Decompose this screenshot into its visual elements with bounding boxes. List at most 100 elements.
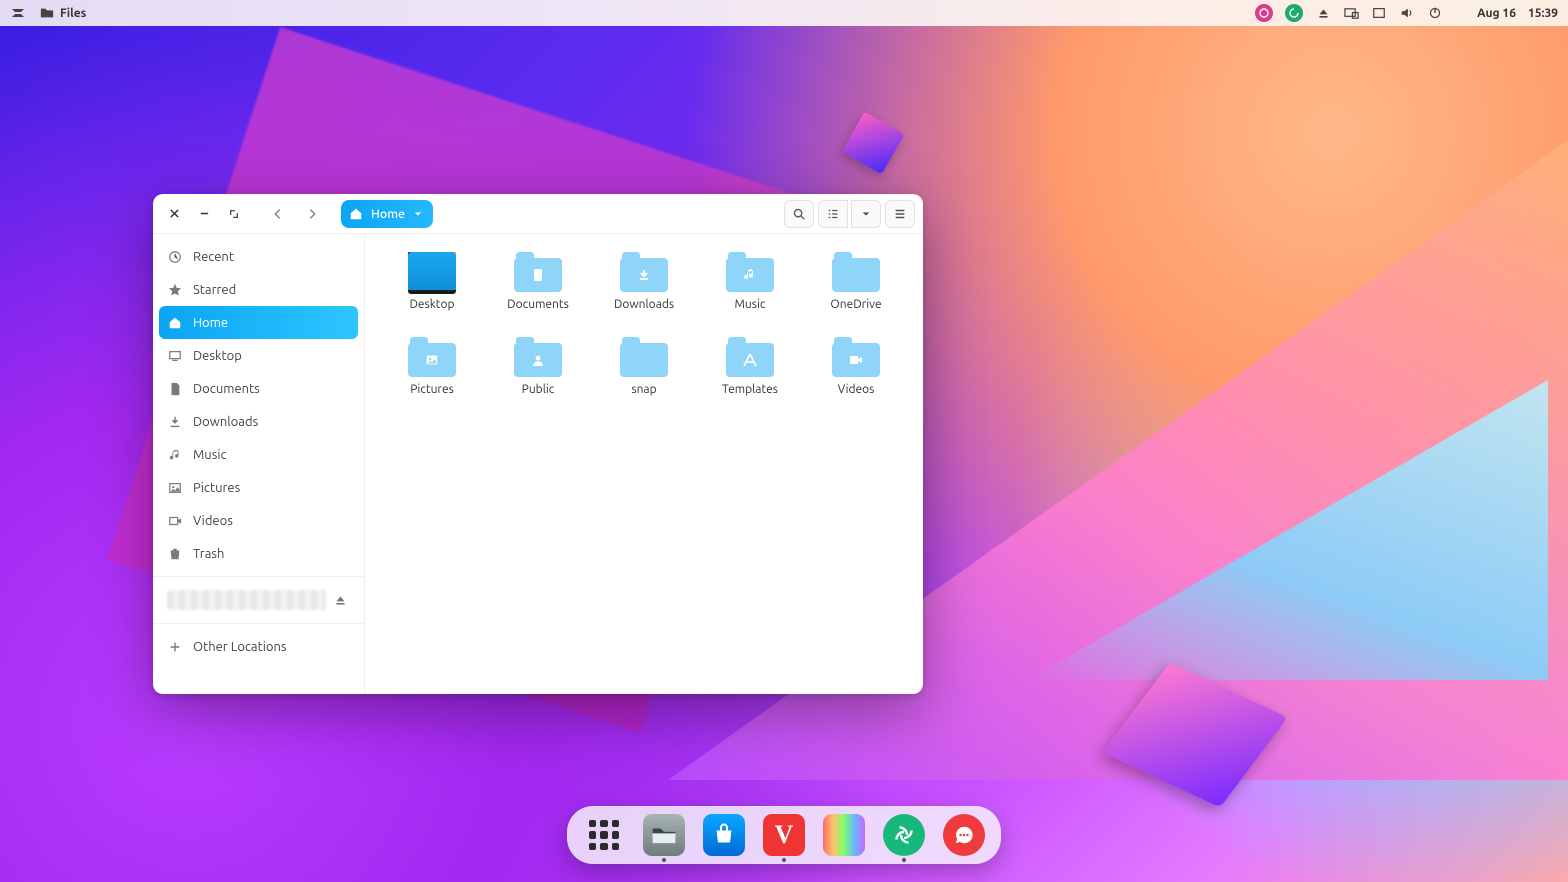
view-options-button[interactable] <box>851 200 881 228</box>
files-window: Home Recent Starred <box>153 194 923 694</box>
sidebar-divider <box>153 623 364 624</box>
display-icon[interactable] <box>1343 5 1359 21</box>
download-icon <box>167 414 183 430</box>
dock-vivaldi[interactable]: V <box>763 814 805 856</box>
maximize-button[interactable] <box>221 201 247 227</box>
home-icon <box>167 315 183 331</box>
folder-label: Desktop <box>409 298 454 311</box>
folder-label: OneDrive <box>830 298 881 311</box>
sidebar-item-label: Music <box>193 448 227 462</box>
folder-icon <box>620 252 668 292</box>
eject-icon[interactable] <box>334 594 350 607</box>
sidebar-item-trash[interactable]: Trash <box>153 537 364 570</box>
folder-item[interactable]: Documents <box>491 248 585 315</box>
folder-label: Templates <box>722 383 778 396</box>
window-titlebar: Home <box>153 194 923 234</box>
view-list-button[interactable] <box>818 200 848 228</box>
dock: V <box>567 806 1001 864</box>
folder-icon <box>726 252 774 292</box>
folder-view[interactable]: Desktop Documents Downloads Music OneDri… <box>365 234 923 694</box>
power-icon[interactable] <box>1427 5 1443 21</box>
folder-item[interactable]: Downloads <box>597 248 691 315</box>
search-button[interactable] <box>784 200 814 228</box>
sidebar-item-label: Desktop <box>193 349 242 363</box>
dock-chat[interactable] <box>943 814 985 856</box>
sidebar-item-home[interactable]: Home <box>159 306 358 339</box>
clock-icon <box>167 249 183 265</box>
folder-item[interactable]: Public <box>491 333 585 400</box>
star-icon <box>167 282 183 298</box>
eject-icon[interactable] <box>1315 5 1331 21</box>
panel-time[interactable]: 15:39 <box>1528 7 1558 20</box>
sidebar-item-label: Documents <box>193 382 260 396</box>
sidebar-item-other-locations[interactable]: Other Locations <box>153 630 364 663</box>
path-bar[interactable]: Home <box>341 200 433 228</box>
desktop-icon <box>167 348 183 364</box>
close-button[interactable] <box>161 201 187 227</box>
folder-label: Music <box>735 298 766 311</box>
nav-back-button[interactable] <box>263 199 293 229</box>
folder-label: snap <box>631 383 656 396</box>
folder-item[interactable]: Videos <box>809 333 903 400</box>
plus-icon <box>167 639 183 655</box>
sidebar-item-documents[interactable]: Documents <box>153 372 364 405</box>
active-app-label: Files <box>60 7 86 20</box>
tray-app-icon[interactable] <box>1285 4 1303 22</box>
folder-icon <box>514 337 562 377</box>
folder-item[interactable]: Templates <box>703 333 797 400</box>
sidebar: Recent Starred Home Desktop Documents <box>153 234 365 694</box>
sidebar-item-music[interactable]: Music <box>153 438 364 471</box>
folder-label: Downloads <box>614 298 674 311</box>
top-panel: Files Aug <box>0 0 1568 26</box>
zorin-menu-icon[interactable] <box>10 5 26 21</box>
sidebar-item-desktop[interactable]: Desktop <box>153 339 364 372</box>
dock-app-grid[interactable] <box>583 814 625 856</box>
nav-forward-button[interactable] <box>297 199 327 229</box>
dock-files[interactable] <box>643 814 685 856</box>
folder-item[interactable]: OneDrive <box>809 248 903 315</box>
folder-label: Public <box>522 383 555 396</box>
folder-label: Documents <box>507 298 569 311</box>
sidebar-divider <box>153 576 364 577</box>
sidebar-item-pictures[interactable]: Pictures <box>153 471 364 504</box>
trash-icon <box>167 546 183 562</box>
folder-item[interactable]: snap <box>597 333 691 400</box>
desktop: Files Aug <box>0 0 1568 882</box>
sidebar-item-recent[interactable]: Recent <box>153 240 364 273</box>
sidebar-item-label: Home <box>193 316 228 330</box>
sidebar-item-label: Recent <box>193 250 234 264</box>
sidebar-item-label: Videos <box>193 514 233 528</box>
hamburger-menu-button[interactable] <box>885 200 915 228</box>
sidebar-item-starred[interactable]: Starred <box>153 273 364 306</box>
sidebar-device-item[interactable] <box>153 583 364 617</box>
workspace-icon[interactable] <box>1371 5 1387 21</box>
wallpaper-shape <box>842 112 905 175</box>
volume-icon[interactable] <box>1399 5 1415 21</box>
minimize-button[interactable] <box>191 201 217 227</box>
dock-software-store[interactable] <box>703 814 745 856</box>
sidebar-item-label: Other Locations <box>193 640 287 654</box>
folder-icon <box>408 252 456 292</box>
active-app-indicator[interactable]: Files <box>40 6 86 20</box>
folder-icon <box>514 252 562 292</box>
panel-date[interactable]: Aug 16 <box>1477 7 1516 20</box>
sidebar-item-videos[interactable]: Videos <box>153 504 364 537</box>
sidebar-item-downloads[interactable]: Downloads <box>153 405 364 438</box>
sidebar-item-label: Pictures <box>193 481 240 495</box>
folder-item[interactable]: Music <box>703 248 797 315</box>
pictures-icon <box>167 480 183 496</box>
folder-item[interactable]: Pictures <box>385 333 479 400</box>
sidebar-item-label: Starred <box>193 283 236 297</box>
dock-element[interactable] <box>883 814 925 856</box>
videos-icon <box>167 513 183 529</box>
tray-app-icon[interactable] <box>1255 4 1273 22</box>
folder-label: Videos <box>838 383 875 396</box>
dock-color-picker[interactable] <box>823 814 865 856</box>
music-icon <box>167 447 183 463</box>
folder-icon <box>726 337 774 377</box>
folder-label: Pictures <box>410 383 454 396</box>
path-label: Home <box>371 207 405 221</box>
folder-icon <box>40 6 54 20</box>
folder-item[interactable]: Desktop <box>385 248 479 315</box>
folder-icon <box>620 337 668 377</box>
